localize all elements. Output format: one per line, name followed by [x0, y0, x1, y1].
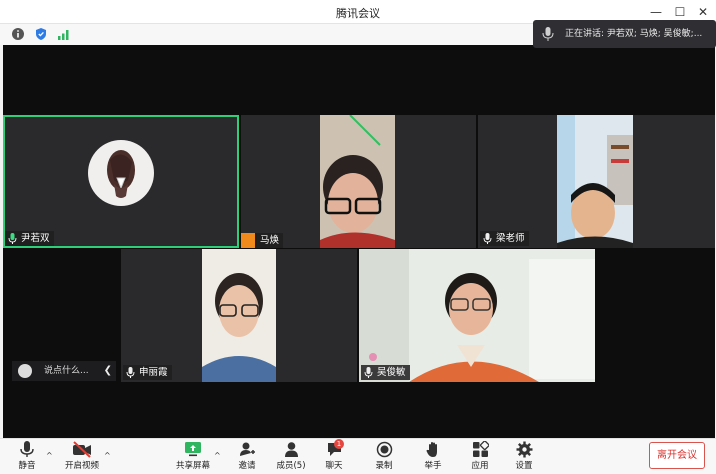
- leave-meeting-button[interactable]: 离开会议: [649, 442, 705, 469]
- chevron-up-icon[interactable]: ^: [46, 451, 53, 460]
- add-user-icon: [239, 442, 255, 456]
- raise-hand-label: 举手: [424, 461, 442, 471]
- apps-icon: [472, 441, 489, 457]
- emoji-icon[interactable]: [18, 364, 32, 378]
- record-button[interactable]: 录制: [372, 441, 396, 471]
- start-video-label: 开启视频: [64, 461, 99, 471]
- info-icon[interactable]: [11, 27, 25, 41]
- microphone-icon: [126, 367, 135, 378]
- minimize-button[interactable]: —: [647, 3, 665, 21]
- participant-video: [320, 115, 395, 248]
- share-screen-label: 共享屏幕: [175, 461, 210, 471]
- invite-label: 邀请: [238, 461, 256, 471]
- mute-label: 静音: [18, 461, 36, 471]
- mute-button[interactable]: 静音: [13, 441, 41, 471]
- participant-tile-shen[interactable]: 申丽霞: [121, 249, 357, 382]
- apps-label: 应用: [471, 461, 489, 471]
- meeting-toolbar: 静音 ^ 开启视频 ^ 共享屏幕 ^ 邀请 成员(5) 1 聊天 录制 举手 应…: [0, 438, 716, 474]
- record-icon: [376, 441, 392, 458]
- window-title: 腾讯会议: [336, 7, 380, 20]
- gear-icon: [516, 441, 532, 458]
- members-icon: [284, 442, 298, 457]
- raise-hand-button[interactable]: 举手: [421, 441, 445, 471]
- close-button[interactable]: ✕: [694, 3, 712, 21]
- participant-name: 梁老师: [496, 233, 525, 244]
- participant-name: 马焕: [260, 235, 280, 246]
- signal-icon[interactable]: [57, 27, 71, 41]
- settings-label: 设置: [515, 461, 533, 471]
- chat-label: 聊天: [325, 461, 343, 471]
- settings-button[interactable]: 设置: [512, 441, 536, 471]
- participant-video: [202, 249, 276, 382]
- participant-tile-liang[interactable]: 梁老师: [478, 115, 715, 248]
- avatar: [88, 140, 154, 206]
- members-button[interactable]: 成员(5): [276, 441, 306, 471]
- share-screen-button[interactable]: 共享屏幕: [175, 441, 211, 471]
- share-screen-icon: [185, 442, 201, 457]
- video-off-icon: [73, 441, 91, 458]
- participant-name-tag: 吴俊敏: [361, 365, 410, 380]
- speaking-text: 正在讲话: 尹若双; 马焕; 吴俊敏;...: [565, 29, 703, 39]
- collapse-chat-icon[interactable]: ❮: [104, 361, 112, 381]
- microphone-icon: [8, 233, 17, 244]
- microphone-icon: [20, 441, 34, 457]
- chevron-up-icon[interactable]: ^: [214, 451, 221, 460]
- participant-name: 尹若双: [21, 233, 50, 244]
- participant-name-tag: 马焕: [241, 233, 284, 248]
- microphone-icon: [364, 367, 373, 378]
- camera-icon: [241, 233, 255, 248]
- chat-placeholder: 说点什么...: [44, 366, 89, 376]
- participant-name-tag: 申丽霞: [123, 365, 172, 380]
- shield-icon[interactable]: [34, 27, 48, 41]
- chat-button[interactable]: 1 聊天: [322, 439, 346, 471]
- chat-badge: 1: [334, 439, 344, 449]
- participant-tile-ma[interactable]: 马焕: [241, 115, 476, 248]
- speaking-banner: 正在讲话: 尹若双; 马焕; 吴俊敏;...: [533, 20, 716, 48]
- participant-name: 吴俊敏: [377, 367, 406, 378]
- participant-video: [557, 115, 633, 248]
- microphone-icon: [542, 27, 554, 41]
- start-video-button[interactable]: 开启视频: [62, 441, 102, 471]
- participant-name: 申丽霞: [139, 367, 168, 378]
- record-label: 录制: [375, 461, 393, 471]
- participant-name-tag: 梁老师: [480, 231, 529, 246]
- apps-button[interactable]: 应用: [468, 441, 492, 471]
- members-label: 成员(5): [276, 461, 306, 471]
- invite-button[interactable]: 邀请: [235, 441, 259, 471]
- participant-video: [359, 249, 595, 382]
- hand-icon: [426, 442, 437, 457]
- chevron-up-icon[interactable]: ^: [104, 451, 111, 460]
- microphone-icon: [483, 233, 492, 244]
- participant-name-tag: 尹若双: [5, 231, 54, 246]
- participant-tile-yin[interactable]: 尹若双: [3, 115, 239, 248]
- participant-tile-wu[interactable]: 吴俊敏: [359, 249, 595, 382]
- chat-input[interactable]: 说点什么... ❮: [12, 361, 116, 381]
- maximize-button[interactable]: ☐: [671, 3, 689, 21]
